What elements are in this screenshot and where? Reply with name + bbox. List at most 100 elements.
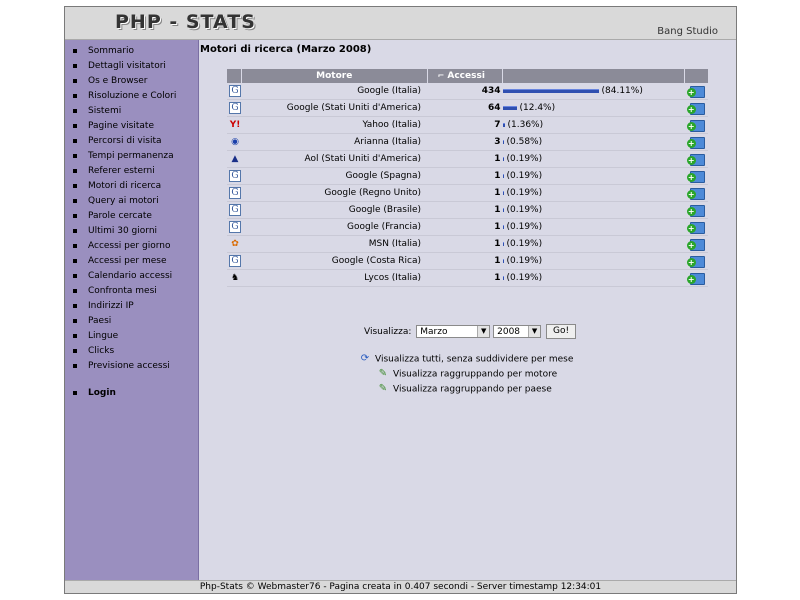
aol-icon: ▲: [231, 154, 239, 164]
sidebar: Sommario Dettagli visitatori Os e Browser R…: [65, 40, 199, 581]
sidebar-item-label: Risoluzione e Colori: [88, 91, 177, 101]
bullet-icon: [73, 183, 77, 188]
engine-name: Google (Costa Rica): [241, 252, 428, 270]
google-icon: G: [229, 170, 241, 182]
google-icon: G: [229, 85, 241, 97]
sidebar-item-label: Os e Browser: [88, 76, 148, 86]
view-label: Visualizza:: [364, 327, 412, 337]
table-row: G Google (Stati Uniti d'America) 64 (12.4%)…: [227, 99, 708, 117]
sidebar-item[interactable]: Paesi: [65, 314, 198, 329]
year-select[interactable]: 2008 ▼: [493, 325, 542, 338]
sidebar-item[interactable]: Tempi permanenza: [65, 149, 198, 164]
sidebar-item[interactable]: Sommario: [65, 44, 198, 59]
sidebar-item[interactable]: Dettagli visitatori: [65, 59, 198, 74]
link-group-by-country[interactable]: ✎ Visualizza raggruppando per paese: [377, 383, 552, 395]
bullet-icon: [73, 258, 77, 263]
table-row: G Google (Regno Unito) 1 (0.19%) +: [227, 184, 708, 202]
go-button[interactable]: Go!: [546, 324, 577, 339]
share-cell: (1.36%): [502, 116, 685, 134]
action-cell: +: [684, 133, 708, 151]
table-row: Y! Yahoo (Italia) 7 (1.36%) +: [227, 116, 708, 134]
hits-value: 1: [427, 218, 503, 236]
engine-name: Google (Brasile): [241, 201, 428, 219]
engine-icon-cell: G: [227, 167, 242, 185]
sidebar-menu: Sommario Dettagli visitatori Os e Browser R…: [65, 40, 198, 401]
sidebar-item[interactable]: Percorsi di visita: [65, 134, 198, 149]
hits-value: 1: [427, 201, 503, 219]
sidebar-item-label: Sommario: [88, 46, 134, 56]
sidebar-item[interactable]: Referer esterni: [65, 164, 198, 179]
link-view-all[interactable]: ⟳ Visualizza tutti, senza suddividere per…: [359, 353, 574, 365]
column-header-hits[interactable]: ⌐ Accessi: [427, 69, 504, 83]
share-bar: [502, 88, 599, 93]
add-folder-icon[interactable]: +: [686, 204, 705, 217]
engine-name: Google (Italia): [241, 83, 428, 100]
sidebar-item-label: Previsione accessi: [88, 361, 170, 371]
google-icon: G: [229, 102, 241, 114]
sidebar-item[interactable]: Calendario accessi: [65, 269, 198, 284]
share-cell: (0.19%): [502, 252, 685, 270]
sidebar-item[interactable]: Indirizzi IP: [65, 299, 198, 314]
column-header-engine[interactable]: Motore: [241, 69, 428, 83]
sidebar-item[interactable]: Sistemi: [65, 104, 198, 119]
sidebar-item[interactable]: Lingue: [65, 329, 198, 344]
engine-icon-cell: G: [227, 252, 242, 270]
sidebar-item[interactable]: Previsione accessi: [65, 359, 198, 374]
action-cell: +: [684, 201, 708, 219]
action-cell: +: [684, 235, 708, 253]
table-header: Motore ⌐ Accessi: [227, 69, 708, 83]
add-folder-icon[interactable]: +: [686, 85, 705, 98]
share-percent: (0.19%): [506, 171, 543, 181]
table-row: ✿ MSN (Italia) 1 (0.19%) +: [227, 235, 708, 253]
add-folder-icon[interactable]: +: [686, 187, 705, 200]
add-folder-icon[interactable]: +: [686, 153, 705, 166]
add-folder-icon[interactable]: +: [686, 102, 705, 115]
engine-icon-cell: ▲: [227, 150, 242, 168]
sidebar-item[interactable]: Risoluzione e Colori: [65, 89, 198, 104]
share-bar: [502, 224, 504, 229]
month-select[interactable]: Marzo ▼: [416, 325, 491, 338]
app-logo[interactable]: PHP - STATS: [115, 11, 256, 33]
hits-value: 1: [427, 252, 503, 270]
sidebar-item-label: Dettagli visitatori: [88, 61, 166, 71]
share-percent: (0.19%): [506, 256, 543, 266]
sidebar-item[interactable]: Pagine visitate: [65, 119, 198, 134]
add-folder-icon[interactable]: +: [686, 136, 705, 149]
action-cell: +: [684, 116, 708, 134]
sidebar-item[interactable]: Confronta mesi: [65, 284, 198, 299]
engine-icon-cell: G: [227, 184, 242, 202]
login-link[interactable]: Login: [65, 386, 198, 401]
link-group-by-engine[interactable]: ✎ Visualizza raggruppando per motore: [377, 368, 557, 380]
view-selector: Visualizza: Marzo ▼ 2008 ▼ Go!: [364, 324, 577, 339]
bullet-icon: [73, 333, 77, 338]
add-folder-icon[interactable]: +: [686, 119, 705, 132]
hits-value: 7: [427, 116, 503, 134]
add-folder-icon[interactable]: +: [686, 272, 705, 285]
sidebar-item[interactable]: Ultimi 30 giorni: [65, 224, 198, 239]
hits-value: 1: [427, 150, 503, 168]
link-group-by-country-text: Visualizza raggruppando per paese: [393, 384, 552, 395]
edit-icon: ✎: [378, 368, 388, 379]
table-row: ▲ Aol (Stati Uniti d'America) 1 (0.19%) +: [227, 150, 708, 168]
sidebar-item[interactable]: Os e Browser: [65, 74, 198, 89]
icon-column-header: [227, 69, 242, 83]
add-folder-icon[interactable]: +: [686, 238, 705, 251]
add-folder-icon[interactable]: +: [686, 170, 705, 183]
share-cell: (0.19%): [502, 269, 685, 287]
share-cell: (0.19%): [502, 235, 685, 253]
sidebar-item[interactable]: Query ai motori: [65, 194, 198, 209]
sidebar-item[interactable]: Clicks: [65, 344, 198, 359]
yahoo-icon: Y!: [229, 120, 241, 130]
sidebar-item[interactable]: Parole cercate: [65, 209, 198, 224]
sidebar-item[interactable]: Motori di ricerca: [65, 179, 198, 194]
action-cell: +: [684, 83, 708, 100]
add-folder-icon[interactable]: +: [686, 221, 705, 234]
sidebar-item[interactable]: Accessi per giorno: [65, 239, 198, 254]
engine-name: Google (Francia): [241, 218, 428, 236]
sidebar-item-label: Accessi per mese: [88, 256, 167, 266]
engine-name: Google (Spagna): [241, 167, 428, 185]
sidebar-item[interactable]: Accessi per mese: [65, 254, 198, 269]
chevron-down-icon: ▼: [477, 326, 490, 337]
sidebar-item-label: Indirizzi IP: [88, 301, 134, 311]
add-folder-icon[interactable]: +: [686, 255, 705, 268]
